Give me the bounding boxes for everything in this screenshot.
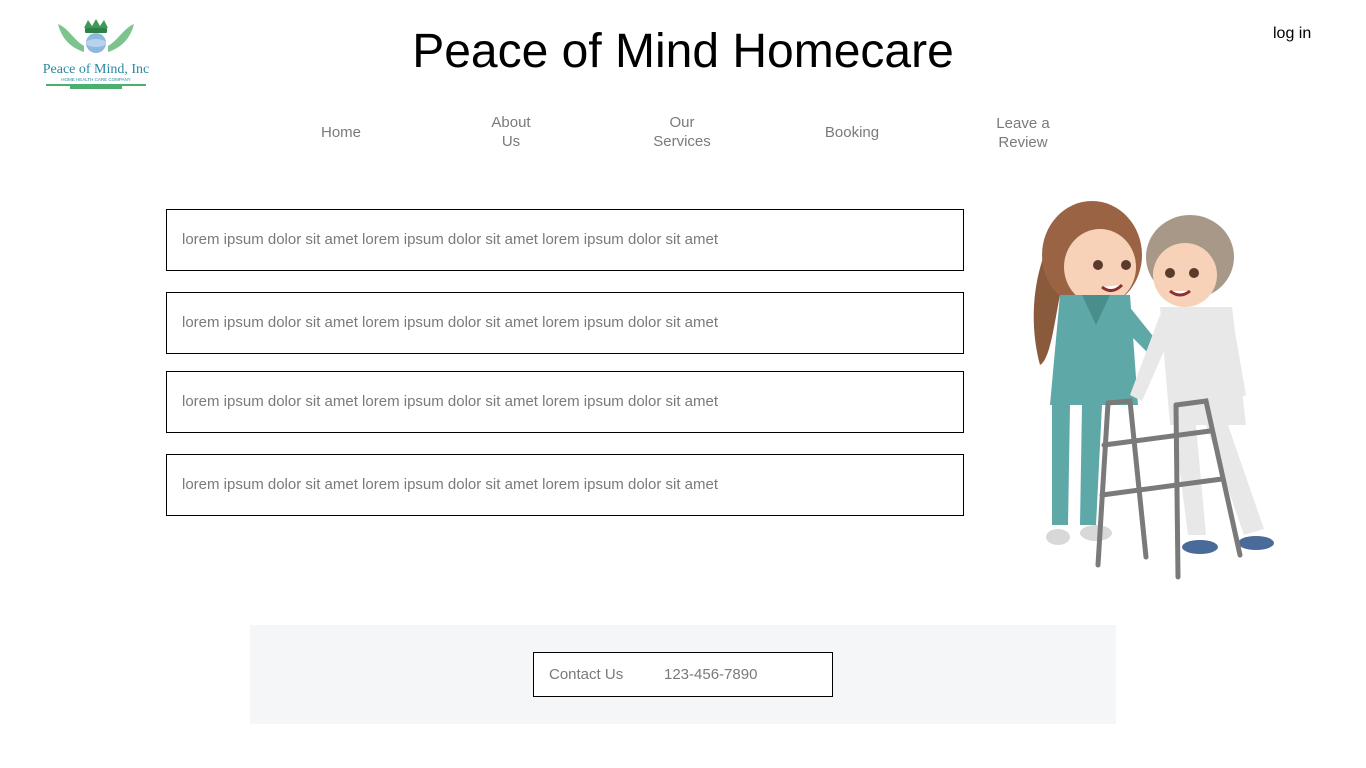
page-title: Peace of Mind Homecare [412,25,954,78]
content-box: lorem ipsum dolor sit amet lorem ipsum d… [166,371,964,433]
content-box-text: lorem ipsum dolor sit amet lorem ipsum d… [182,393,719,410]
nav-item-leave-review[interactable]: Leave a Review [968,114,1078,152]
contact-us-link[interactable]: Contact Us [549,666,623,683]
content-box: lorem ipsum dolor sit amet lorem ipsum d… [166,209,964,271]
nav-item-booking[interactable]: Booking [797,123,907,142]
content-box-text: lorem ipsum dolor sit amet lorem ipsum d… [182,476,719,493]
nav-item-our-services[interactable]: Our Services [627,113,737,151]
caregiver-illustration [1010,195,1300,580]
phone-number[interactable]: 123-456-7890 [664,666,757,683]
contact-box: Contact Us 123-456-7890 [533,652,833,697]
nav-item-about-us[interactable]: About Us [456,113,566,151]
nav-item-home[interactable]: Home [286,123,396,142]
content-box-text: lorem ipsum dolor sit amet lorem ipsum d… [182,231,719,248]
content-box-text: lorem ipsum dolor sit amet lorem ipsum d… [182,314,719,331]
login-link[interactable]: log in [1273,25,1311,43]
content-box: lorem ipsum dolor sit amet lorem ipsum d… [166,292,964,354]
content-box: lorem ipsum dolor sit amet lorem ipsum d… [166,454,964,516]
